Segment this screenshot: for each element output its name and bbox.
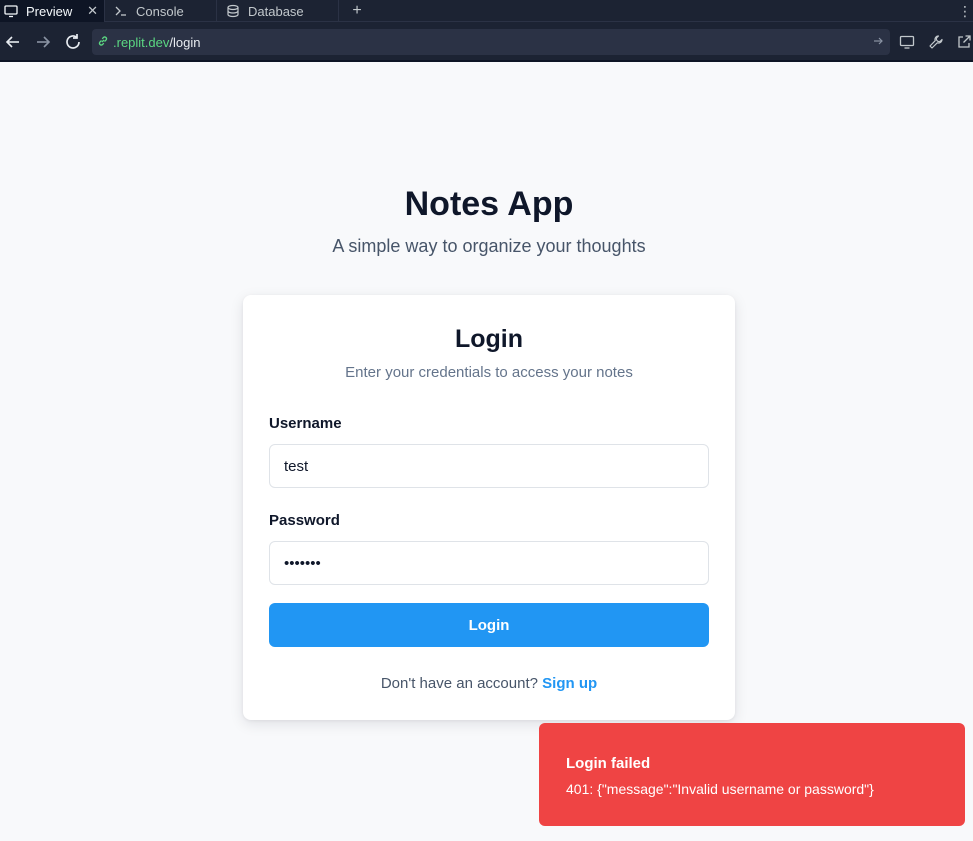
login-subtitle: Enter your credentials to access your no… [345,364,633,381]
more-options-icon[interactable]: ⋮ [958,0,972,22]
link-icon [97,35,109,50]
login-title: Login [454,325,524,353]
wrench-icon[interactable] [926,32,946,52]
tab-label: Database [248,3,304,19]
arrow-right-icon [37,36,51,48]
page-subtitle: A simple way to organize your thoughts [332,236,646,256]
login-button[interactable]: Login [269,603,709,647]
tab-preview[interactable]: Preview ✕ [0,0,104,22]
database-icon [226,4,240,18]
device-view-icon[interactable] [897,32,917,52]
username-input[interactable] [269,444,709,488]
username-label: Username [269,415,342,432]
tab-database[interactable]: Database [222,0,338,22]
go-arrow-icon[interactable] [872,35,884,50]
close-icon[interactable]: ✕ [87,3,98,19]
toast-title: Login failed [566,755,651,772]
tab-console[interactable]: Console [110,0,216,22]
arrow-left-icon [5,36,19,48]
terminal-icon [114,4,128,18]
password-input[interactable] [269,541,709,585]
tab-label: Console [136,3,184,19]
monitor-icon [4,4,18,18]
signup-prompt-text: Don't have an account? [380,675,538,692]
toast-message: 401: {"message":"Invalid username or pas… [566,781,874,797]
forward-button[interactable] [33,32,53,52]
signup-link[interactable]: Sign up [542,675,597,692]
address-bar[interactable]: .replit.dev/login [92,29,890,55]
preview-toolbar: .replit.dev/login [0,22,973,62]
signup-prompt: Don't have an account? Sign up [243,675,735,692]
open-external-icon[interactable] [954,32,973,52]
url-host: .replit.dev [113,34,170,50]
page-title: Notes App [404,185,574,223]
workspace-tab-bar: Preview ✕ Console Database + ⋮ [0,0,973,22]
back-button[interactable] [3,32,23,52]
tab-label: Preview [26,3,73,19]
login-card: Login Enter your credentials to access y… [243,295,735,720]
url-path: /login [169,34,201,50]
reload-button[interactable] [63,32,83,52]
password-label: Password [269,512,340,529]
reload-icon [66,34,80,49]
new-tab-button[interactable]: + [348,0,366,22]
error-toast[interactable]: Login failed 401: {"message":"Invalid us… [539,723,965,826]
